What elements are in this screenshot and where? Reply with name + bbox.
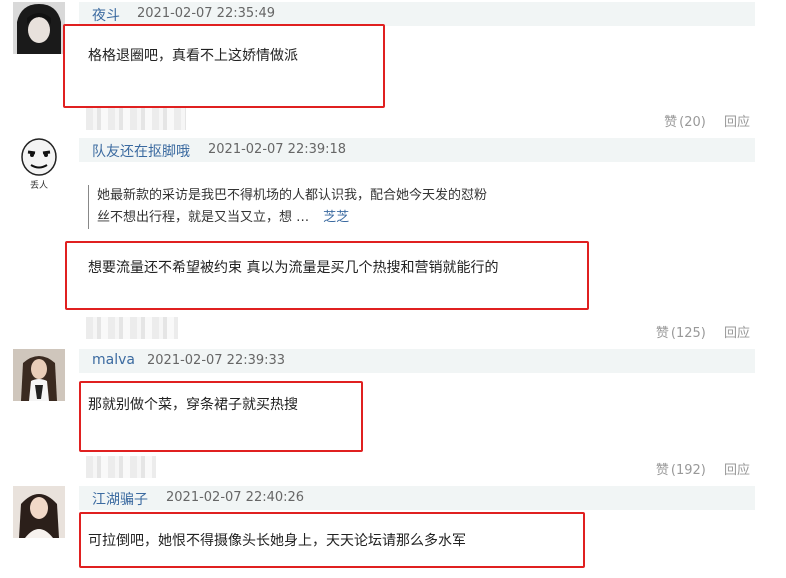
username[interactable]: 队友还在抠脚哦 <box>92 141 190 161</box>
username[interactable]: 夜斗 <box>92 5 120 25</box>
comment-header: malva 2021-02-07 22:39:33 <box>79 349 755 373</box>
quote-author[interactable]: 芝芝 <box>323 210 349 225</box>
username[interactable]: 江湖骗子 <box>92 489 148 509</box>
like-button[interactable]: 赞 (192) <box>656 463 706 478</box>
comment-header: 队友还在抠脚哦 2021-02-07 22:39:18 <box>79 138 755 162</box>
avatar[interactable] <box>13 486 65 538</box>
timestamp: 2021-02-07 22:39:33 <box>147 353 286 368</box>
quote-line: 丝不想出行程，就是又当又立，想 … 芝芝 <box>97 210 350 225</box>
reply-button[interactable]: 回应 <box>724 326 750 341</box>
blurred-content <box>86 108 186 130</box>
reply-button[interactable]: 回应 <box>724 463 750 478</box>
timestamp: 2021-02-07 22:39:18 <box>208 142 347 157</box>
avatar[interactable] <box>13 349 65 401</box>
like-button[interactable]: 赞 (20) <box>664 115 706 130</box>
username[interactable]: malva <box>92 352 135 368</box>
avatar-caption: 丢人 <box>29 181 48 191</box>
like-button[interactable]: 赞 (125) <box>656 326 706 341</box>
highlight-box <box>79 512 585 568</box>
blurred-content <box>86 317 178 339</box>
timestamp: 2021-02-07 22:35:49 <box>137 6 276 21</box>
highlight-box <box>63 24 385 108</box>
comment-header: 夜斗 2021-02-07 22:35:49 <box>79 2 755 26</box>
comment-actions: 赞 (192) 回应 <box>656 459 750 478</box>
avatar[interactable] <box>13 136 65 176</box>
reply-button[interactable]: 回应 <box>724 115 750 130</box>
timestamp: 2021-02-07 22:40:26 <box>166 490 305 505</box>
highlight-box <box>79 381 363 452</box>
comment-actions: 赞 (125) 回应 <box>656 322 750 341</box>
highlight-box <box>65 241 589 310</box>
quote-line: 她最新款的采访是我巴不得机场的人都认识我，配合她今天发的怼粉 <box>97 188 488 203</box>
quoted-comment: 她最新款的采访是我巴不得机场的人都认识我，配合她今天发的怼粉 丝不想出行程，就是… <box>88 185 577 229</box>
comment-actions: 赞 (20) 回应 <box>664 111 750 130</box>
blurred-content <box>86 456 156 478</box>
comment-header: 江湖骗子 2021-02-07 22:40:26 <box>79 486 755 510</box>
avatar[interactable] <box>13 2 65 54</box>
